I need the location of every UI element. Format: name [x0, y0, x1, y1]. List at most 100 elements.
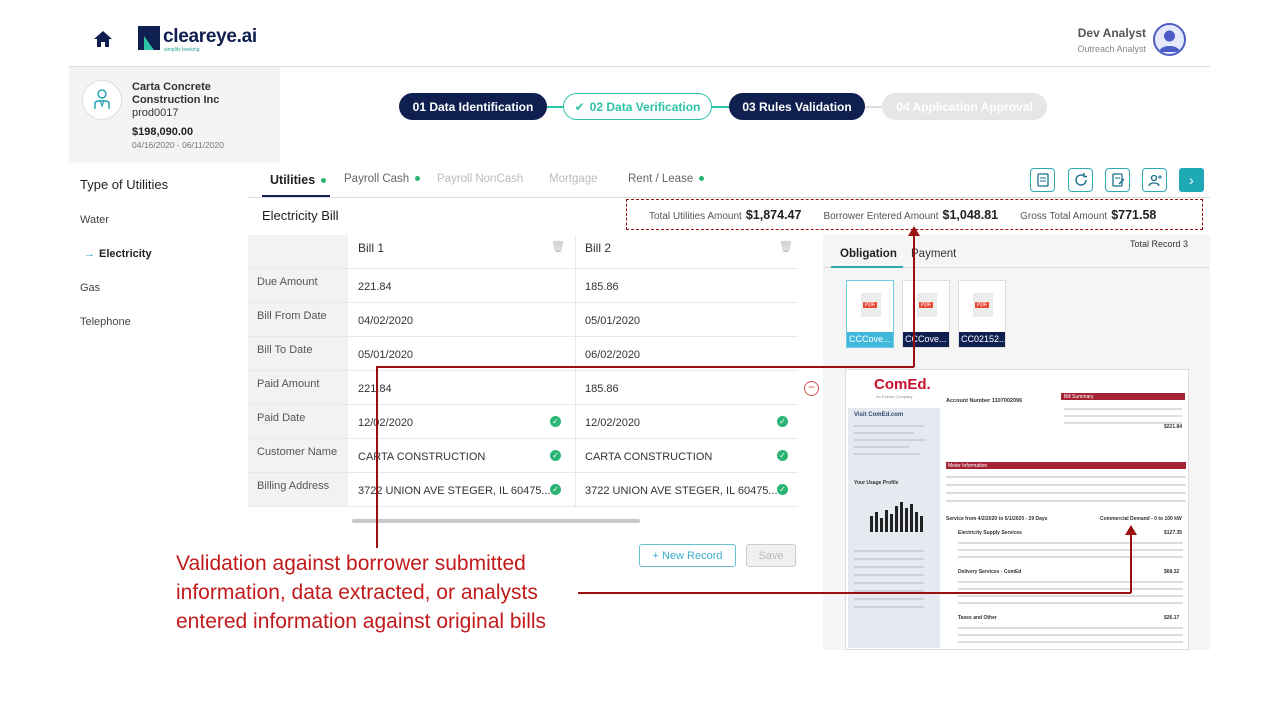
logo-tagline: simplify banking	[164, 47, 200, 53]
bill-2-value[interactable]: 12/02/2020	[585, 417, 640, 429]
total-label: Gross Total Amount	[1020, 210, 1108, 222]
company-date-range: 04/16/2020 - 06/11/2020	[132, 140, 225, 150]
check-icon: ✔	[574, 99, 585, 114]
step-data-verification[interactable]: ✔ 02 Data Verification	[563, 93, 712, 120]
status-dot	[699, 176, 705, 182]
edit-document-button[interactable]	[1105, 168, 1130, 192]
home-icon[interactable]	[93, 29, 113, 49]
preview-line	[854, 574, 924, 576]
verified-check-icon: ✓	[550, 416, 561, 427]
bill-2-value[interactable]: 3722 UNION AVE STEGER, IL 60475...	[585, 485, 778, 497]
column-header-bill-1: Bill 1	[358, 241, 385, 255]
preview-line	[958, 602, 1183, 604]
bill-2-value[interactable]: 05/01/2020	[585, 315, 640, 327]
tab-payroll-noncash[interactable]: Payroll NonCash	[437, 173, 523, 185]
refresh-button[interactable]	[1068, 168, 1093, 192]
save-button[interactable]: Save	[746, 544, 796, 567]
bill-1-value[interactable]: 221.84	[358, 281, 392, 293]
nav-item-electricity[interactable]: Electricity	[84, 248, 152, 260]
total-value: $1,874.47	[745, 207, 802, 222]
trash-icon[interactable]: 🗑	[551, 240, 565, 253]
status-dot	[415, 176, 421, 182]
logo-mark-icon	[138, 26, 160, 50]
new-record-button[interactable]: + New Record	[639, 544, 736, 567]
total-label: Total Utilities Amount	[649, 210, 742, 222]
borrower-entered-amount: Borrower Entered Amount $1,048.81	[823, 208, 998, 222]
nav-item-water[interactable]: Water	[80, 214, 109, 226]
row-label: Bill From Date	[248, 303, 348, 336]
tab-mortgage[interactable]: Mortgage	[549, 173, 598, 185]
remove-circle-icon[interactable]: −	[804, 381, 819, 396]
preview-line	[958, 588, 1183, 590]
row-label: Paid Date	[248, 405, 348, 438]
preview-line	[854, 432, 914, 434]
pdf-file-icon	[917, 293, 937, 317]
logo-text: cleareye.ai	[163, 26, 257, 47]
table-row: Due Amount 221.84 185.86	[248, 269, 798, 303]
bill-1-value[interactable]: 12/02/2020	[358, 417, 413, 429]
total-utilities-amount: Total Utilities Amount $1,874.47	[649, 208, 801, 222]
bill-1-value[interactable]: 04/02/2020	[358, 315, 413, 327]
preview-supply-title: Electricity Supply Services	[958, 530, 1022, 536]
column-divider	[575, 269, 576, 302]
preview-taxes-total: $26.17	[1164, 615, 1180, 621]
bill-2-value[interactable]: 185.86	[585, 383, 619, 395]
preview-line	[958, 641, 1183, 643]
preview-line	[958, 556, 1183, 558]
table-row: Bill From Date 04/02/2020 05/01/2020	[248, 303, 798, 337]
table-row: Paid Amount 221.84 185.86	[248, 371, 798, 405]
tab-utilities[interactable]: Utilities	[270, 173, 327, 187]
add-user-button[interactable]	[1142, 168, 1167, 192]
tab-payment[interactable]: Payment	[911, 248, 956, 260]
tab-obligation[interactable]: Obligation	[840, 248, 897, 260]
document-scan-button[interactable]	[1030, 168, 1055, 192]
total-record-count: Total Record 3	[1130, 239, 1189, 249]
horizontal-scrollbar[interactable]	[352, 519, 640, 523]
preview-line	[854, 453, 920, 455]
bill-2-value[interactable]: 185.86	[585, 281, 619, 293]
tab-label: Rent / Lease	[628, 173, 694, 185]
nav-item-gas[interactable]: Gas	[80, 282, 100, 294]
next-arrow-button[interactable]: ›	[1179, 168, 1204, 192]
row-label: Bill To Date	[248, 337, 348, 370]
step-rules-validation[interactable]: 03 Rules Validation	[729, 93, 865, 120]
pdf-file-card[interactable]: CCCove...	[902, 280, 950, 348]
step-application-approval[interactable]: 04 Application Approval	[882, 93, 1047, 120]
tab-payroll-cash[interactable]: Payroll Cash	[344, 173, 421, 185]
pdf-file-card[interactable]: CCCove...	[846, 280, 894, 348]
bill-document-preview[interactable]: ComEd. An Exelon Company Account Number …	[845, 369, 1189, 650]
file-name: CC02152...	[959, 332, 1005, 347]
trash-icon[interactable]: 🗑	[779, 240, 793, 253]
company-amount: $198,090.00	[132, 126, 194, 138]
bill-1-value[interactable]: 05/01/2020	[358, 349, 413, 361]
preview-line	[958, 595, 1183, 597]
bill-1-value[interactable]: 221.84	[358, 383, 392, 395]
bill-1-value[interactable]: 3722 UNION AVE STEGER, IL 60475...	[358, 485, 551, 497]
total-value: $1,048.81	[942, 207, 999, 222]
user-avatar[interactable]	[1153, 23, 1186, 56]
step-data-identification[interactable]: 01 Data Identification	[399, 93, 547, 120]
preview-line	[1064, 408, 1182, 410]
nav-item-telephone[interactable]: Telephone	[80, 316, 131, 328]
pdf-file-card[interactable]: CC02152...	[958, 280, 1006, 348]
bill-2-value[interactable]: CARTA CONSTRUCTION	[585, 451, 712, 463]
preview-meter-title: Meter Information	[948, 463, 988, 469]
row-label: Paid Amount	[248, 371, 348, 404]
preview-line	[958, 542, 1183, 544]
step-connector	[864, 106, 883, 108]
preview-line	[946, 484, 1186, 486]
row-label: Customer Name	[248, 439, 348, 472]
tab-label: Payroll Cash	[344, 173, 410, 185]
bill-2-value[interactable]: 06/02/2020	[585, 349, 640, 361]
row-label: Billing Address	[248, 473, 348, 506]
table-row: Customer Name CARTA CONSTRUCTION ✓ CARTA…	[248, 439, 798, 473]
verified-check-icon: ✓	[550, 484, 561, 495]
app-logo: cleareye.ai simplify banking	[138, 26, 257, 56]
preview-amount-due: $221.84	[1164, 424, 1183, 430]
preview-brand: ComEd.	[874, 376, 931, 393]
tab-rent-lease[interactable]: Rent / Lease	[628, 173, 705, 185]
preview-service-period: Service from 4/2/2020 to 5/1/2020 - 29 D…	[946, 516, 1048, 522]
step-connector	[546, 106, 564, 108]
preview-line	[946, 476, 1186, 478]
preview-line	[854, 606, 924, 608]
